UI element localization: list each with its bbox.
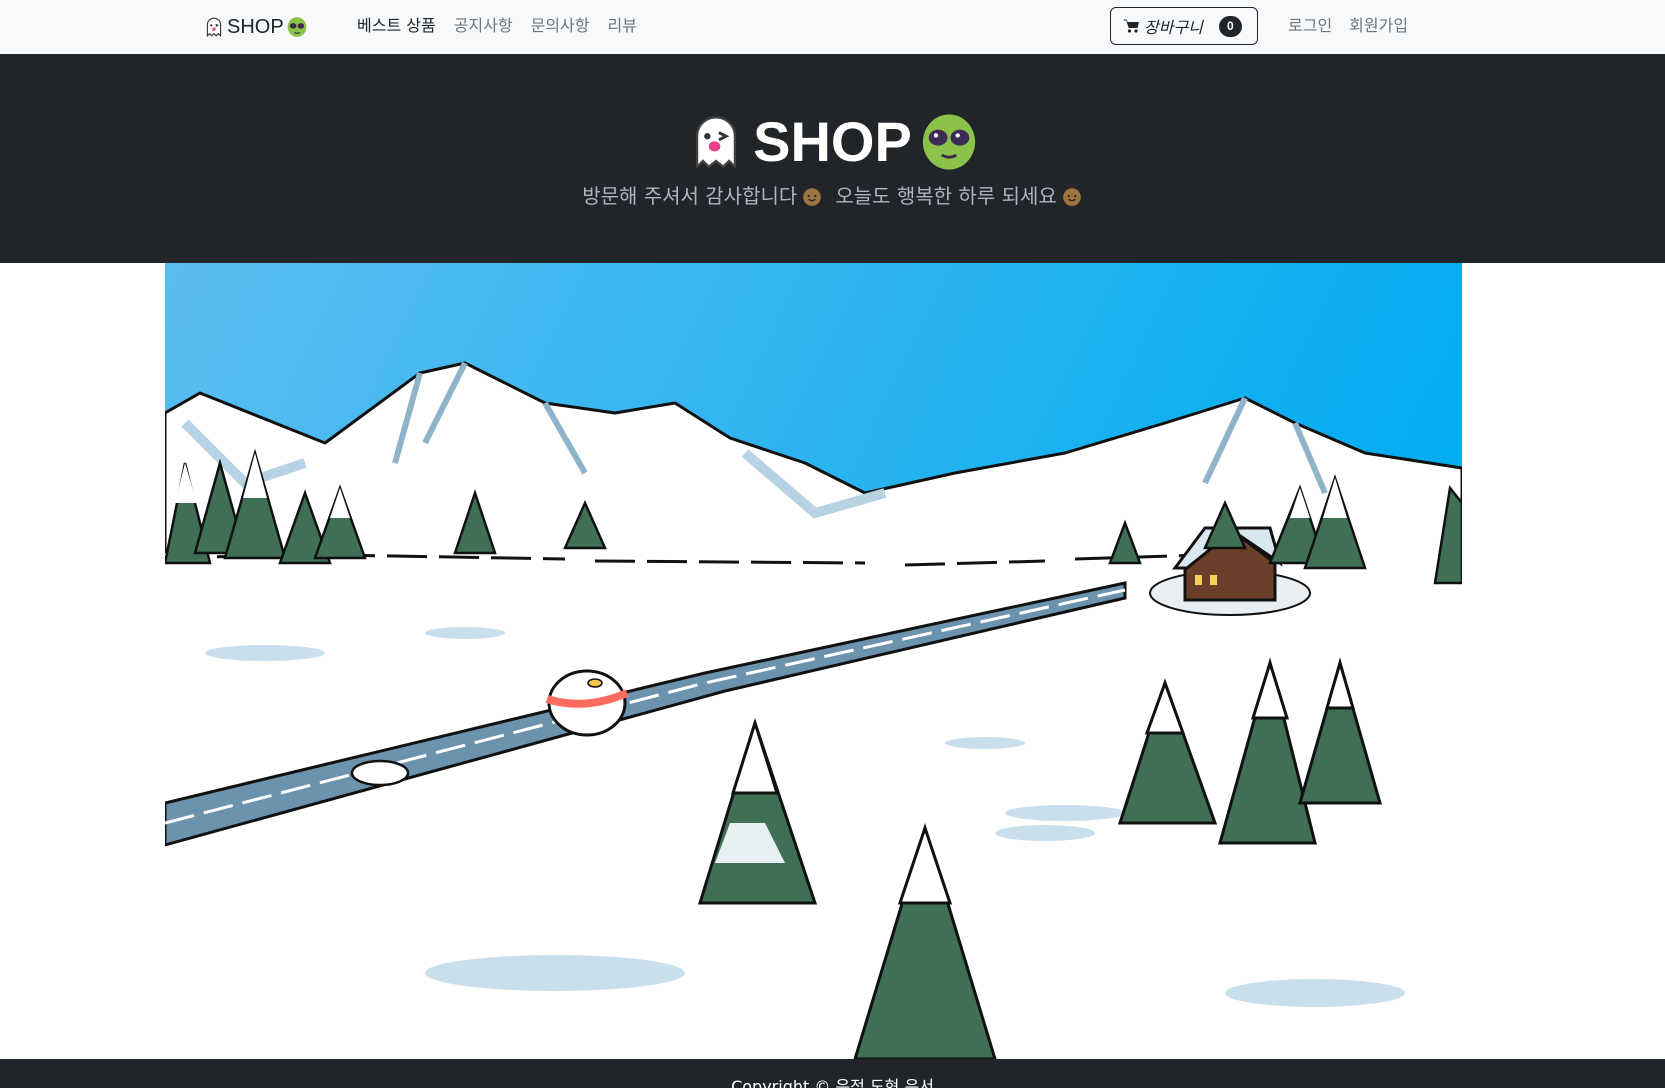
- footer-copyright: Copyright © 은정 도현 은서: [731, 1077, 934, 1088]
- nav-review[interactable]: 리뷰: [607, 14, 636, 38]
- hero-subtitle: 방문해 주셔서 감사합니다 오늘도 행복한 하루 되세요: [0, 182, 1665, 210]
- alien-icon: [922, 114, 975, 170]
- smile-face-icon: [1062, 188, 1081, 206]
- nav-notice[interactable]: 공지사항: [454, 14, 513, 38]
- cart-icon: [1124, 19, 1139, 33]
- hero-title-text: SHOP: [753, 110, 912, 173]
- hero-subtitle-part2: 오늘도 행복한 하루 되세요: [835, 184, 1057, 208]
- navbar: SHOP 베스트 상품 공지사항 문의사항 리뷰 장바구니 0 로그인 회원가입: [0, 0, 1665, 54]
- nav-links: 베스트 상품 공지사항 문의사항 리뷰: [357, 14, 637, 38]
- footer: Copyright © 은정 도현 은서: [0, 1059, 1665, 1088]
- brand-text: SHOP: [227, 15, 284, 38]
- nav-inquiry[interactable]: 문의사항: [531, 14, 590, 38]
- ghost-icon: [206, 17, 222, 38]
- ghost-icon: [696, 116, 737, 170]
- smile-face-icon: [803, 188, 822, 206]
- alien-icon: [287, 17, 307, 37]
- brand-link[interactable]: SHOP: [203, 13, 308, 41]
- nav-best-products[interactable]: 베스트 상품: [357, 14, 436, 38]
- hero-subtitle-part1: 방문해 주셔서 감사합니다: [582, 184, 798, 208]
- banner-image: [165, 263, 1462, 1059]
- cart-count-badge: 0: [1218, 15, 1242, 37]
- hero-header: SHOP 방문해 주셔서 감사합니다 오늘도 행복한 하루 되세요: [0, 54, 1665, 263]
- signup-link[interactable]: 회원가입: [1349, 14, 1408, 38]
- hero-title: SHOP: [0, 112, 1665, 172]
- winter-landscape-illustration: [165, 263, 1462, 1059]
- auth-links: 로그인 회원가입: [1288, 14, 1408, 38]
- cart-label: 장바구니: [1144, 20, 1203, 37]
- login-link[interactable]: 로그인: [1288, 14, 1332, 38]
- cart-button[interactable]: 장바구니 0: [1110, 7, 1258, 45]
